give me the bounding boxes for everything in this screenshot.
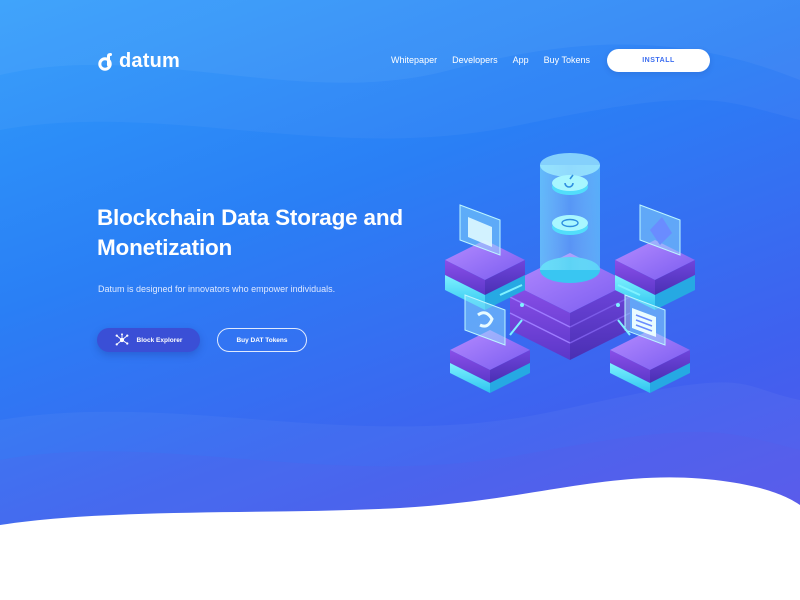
- network-icon: [115, 333, 129, 347]
- block-explorer-label: Block Explorer: [136, 336, 183, 344]
- central-glass-cylinder: [540, 153, 600, 283]
- hero-subtitle: Datum is designed for innovators who emp…: [98, 284, 336, 294]
- top-navigation: datum Whitepaper Developers App Buy Toke…: [97, 47, 710, 75]
- nav-link-buy-tokens[interactable]: Buy Tokens: [544, 55, 590, 65]
- landing-page: datum Whitepaper Developers App Buy Toke…: [0, 0, 800, 600]
- buy-dat-tokens-button[interactable]: Buy DAT Tokens: [217, 328, 307, 352]
- logo[interactable]: datum: [97, 50, 180, 73]
- nav-link-app[interactable]: App: [513, 55, 529, 65]
- bottom-wave: [0, 477, 800, 600]
- hero-title: Blockchain Data Storage and Monetization: [97, 205, 403, 260]
- module-top-left: [445, 204, 525, 310]
- module-top-right: [615, 204, 695, 310]
- blockchain-storage-illustration: [445, 153, 695, 393]
- nav-links: Whitepaper Developers App Buy Tokens: [391, 55, 590, 65]
- datum-logo-icon: [98, 52, 112, 71]
- block-explorer-button[interactable]: Block Explorer: [97, 328, 200, 352]
- nav-link-developers[interactable]: Developers: [452, 55, 498, 65]
- install-button[interactable]: INSTALL: [607, 49, 710, 72]
- logo-text: datum: [119, 50, 180, 72]
- nav-link-whitepaper[interactable]: Whitepaper: [391, 55, 437, 65]
